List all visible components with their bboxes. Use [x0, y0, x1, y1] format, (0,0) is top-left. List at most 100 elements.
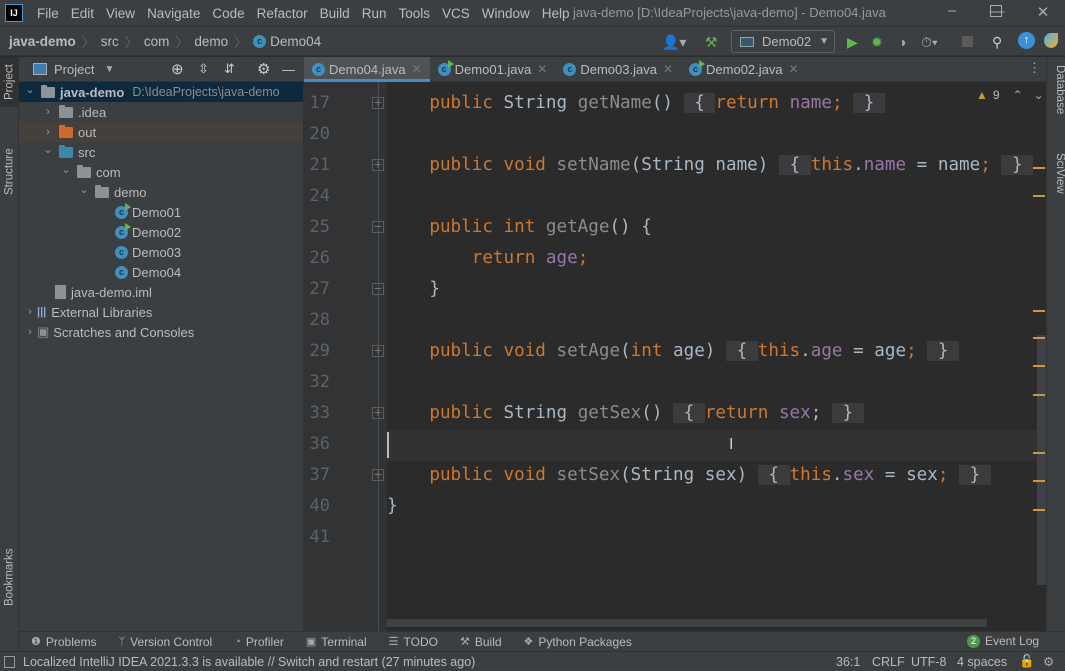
warning-marker[interactable] [1033, 480, 1045, 482]
chevron-right-icon[interactable]: › [41, 126, 55, 138]
chevron-right-icon[interactable]: › [23, 306, 37, 318]
tree-item-com[interactable]: ⌄ com [19, 162, 303, 182]
build-hammer-icon[interactable]: ⚒ [705, 34, 718, 51]
menu-view[interactable]: View [100, 6, 141, 21]
tree-item-demo04[interactable]: c Demo04 [19, 262, 303, 282]
locate-icon[interactable]: ⊕ [171, 60, 184, 78]
tool-window-terminal[interactable]: ▣ Terminal [306, 635, 367, 649]
tree-item-demo01[interactable]: c Demo01 [19, 202, 303, 222]
tree-item--idea[interactable]: › .idea [19, 102, 303, 122]
tree-item-demo02[interactable]: c Demo02 [19, 222, 303, 242]
code-with-me-icon[interactable] [1044, 33, 1058, 48]
horizontal-scrollbar[interactable] [387, 619, 987, 627]
maximize-button[interactable] [990, 5, 1002, 17]
gear-icon[interactable]: ⚙ [257, 60, 270, 78]
stop-icon[interactable] [962, 36, 973, 47]
tab-demo03-java[interactable]: c Demo03.java ✕ [555, 57, 681, 81]
vcs-user-icon[interactable]: 👤▾ [662, 34, 686, 51]
tab-demo01-java[interactable]: c Demo01.java ✕ [430, 57, 556, 81]
menu-run[interactable]: Run [356, 6, 393, 21]
menu-build[interactable]: Build [314, 6, 356, 21]
line-separator[interactable]: CRLF [872, 655, 905, 669]
close-icon[interactable]: ✕ [537, 62, 547, 76]
tool-window-problems[interactable]: ❶ Problems [31, 635, 97, 649]
bookmarks-tool-tab[interactable]: Bookmarks [0, 537, 19, 617]
tree-item-java-demo-iml[interactable]: java-demo.iml [19, 282, 303, 302]
warning-marker[interactable] [1033, 195, 1045, 197]
warning-marker[interactable] [1033, 365, 1045, 367]
file-encoding[interactable]: UTF-8 [911, 655, 946, 669]
menu-refactor[interactable]: Refactor [251, 6, 314, 21]
tool-window-version-control[interactable]: ᛘ Version Control [119, 635, 213, 649]
tab-demo04-java[interactable]: c Demo04.java ✕ [304, 57, 430, 82]
warning-marker[interactable] [1033, 452, 1045, 454]
event-log-button[interactable]: 2 Event Log [967, 634, 1039, 648]
expand-all-icon[interactable]: ⇳ [198, 61, 209, 77]
chevron-down-icon[interactable]: ⌄ [41, 143, 55, 156]
code-editor[interactable]: 17 + public String getName() { return nam… [304, 82, 1046, 631]
chevron-right-icon[interactable]: › [23, 326, 37, 338]
menu-help[interactable]: Help [536, 6, 576, 21]
lock-icon[interactable]: 🔓 [1019, 654, 1035, 669]
tab-demo02-java[interactable]: c Demo02.java ✕ [681, 57, 807, 81]
tree-item-scratches-and-consoles[interactable]: › ▣ Scratches and Consoles [19, 322, 303, 342]
inspection-widget[interactable]: ▲ 9 ⌃ ⌄ [976, 88, 1044, 102]
breadcrumb-item[interactable]: Demo04 [270, 34, 321, 49]
menu-file[interactable]: File [31, 6, 65, 21]
more-tabs-icon[interactable]: ⋮ [1028, 60, 1041, 76]
coverage-icon[interactable]: ◑ [898, 34, 906, 50]
update-icon[interactable]: ↑ [1018, 32, 1035, 49]
warning-marker[interactable] [1033, 394, 1045, 396]
breadcrumb-item[interactable]: java-demo [9, 34, 76, 49]
chevron-down-icon[interactable]: ▼ [104, 64, 114, 75]
breadcrumb-item[interactable]: demo [194, 34, 228, 49]
warning-marker[interactable] [1033, 310, 1045, 312]
database-tool-tab[interactable]: Database [1047, 65, 1065, 114]
notification-icon[interactable] [4, 655, 15, 668]
tree-item-src[interactable]: ⌄ src [19, 142, 303, 162]
menu-tools[interactable]: Tools [392, 6, 436, 21]
chevron-down-icon[interactable]: ⌄ [23, 83, 37, 96]
breadcrumb-item[interactable]: src [101, 34, 119, 49]
indent-setting[interactable]: 4 spaces [957, 655, 1007, 669]
tool-window-build[interactable]: ⚒ Build [460, 635, 502, 649]
project-tool-tab[interactable]: Project [0, 57, 19, 107]
close-icon[interactable]: ✕ [663, 62, 673, 76]
fold-collapse-icon[interactable]: − [372, 283, 384, 295]
project-view-selector[interactable]: Project [54, 62, 94, 77]
fold-expand-icon[interactable]: + [372, 159, 384, 171]
breadcrumb-item[interactable]: com [144, 34, 170, 49]
next-highlight-icon[interactable]: ⌄ [1034, 88, 1044, 102]
tree-item-java-demo[interactable]: ⌄ java-demo D:\IdeaProjects\java-demo [19, 82, 303, 102]
collapse-all-icon[interactable]: ⇵ [224, 61, 235, 77]
chevron-down-icon[interactable]: ⌄ [59, 163, 73, 176]
tool-window-todo[interactable]: ☰ TODO [389, 635, 438, 649]
tree-item-demo[interactable]: ⌄ demo [19, 182, 303, 202]
tree-item-out[interactable]: › out [19, 122, 303, 142]
tree-item-demo03[interactable]: c Demo03 [19, 242, 303, 262]
menu-code[interactable]: Code [206, 6, 250, 21]
tool-window-python-packages[interactable]: ❖ Python Packages [524, 635, 632, 649]
hide-icon[interactable]: — [282, 62, 295, 77]
caret-position[interactable]: 36:1 [836, 655, 860, 669]
menu-window[interactable]: Window [476, 6, 536, 21]
structure-tool-tab[interactable]: Structure [0, 137, 19, 207]
warning-marker[interactable] [1033, 167, 1045, 169]
status-message[interactable]: Localized IntelliJ IDEA 2021.3.3 is avai… [23, 655, 475, 669]
run-icon[interactable]: ▶ [847, 34, 858, 51]
search-icon[interactable]: ⚲ [992, 34, 1002, 51]
sciview-tool-tab[interactable]: SciView [1047, 153, 1065, 194]
profile-icon[interactable]: ⏱▾ [921, 34, 938, 51]
fold-expand-icon[interactable]: + [372, 345, 384, 357]
run-config-selector[interactable]: Demo02 ▼ [731, 30, 835, 53]
tool-window-profiler[interactable]: ◔ Profiler [234, 635, 284, 649]
tree-item-external-libraries[interactable]: › ||| External Libraries [19, 302, 303, 322]
menu-vcs[interactable]: VCS [436, 6, 476, 21]
debug-bug-icon[interactable]: ✹ [871, 34, 883, 51]
previous-highlight-icon[interactable]: ⌃ [1013, 88, 1023, 102]
fold-expand-icon[interactable]: + [372, 469, 384, 481]
warning-marker[interactable] [1033, 337, 1045, 339]
menu-navigate[interactable]: Navigate [141, 6, 206, 21]
inspector-icon[interactable]: ⚙ [1043, 654, 1054, 669]
fold-collapse-icon[interactable]: − [372, 221, 384, 233]
